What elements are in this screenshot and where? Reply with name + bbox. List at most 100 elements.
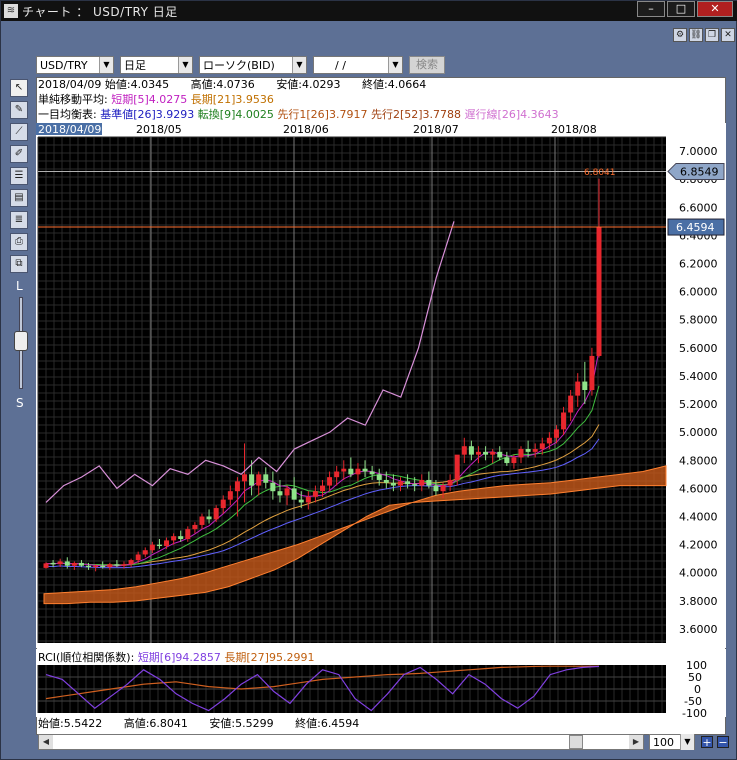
rci-long: 長期[27]95.2991 xyxy=(224,651,315,664)
scroll-right-icon[interactable]: ▶ xyxy=(629,735,643,749)
print-icon[interactable]: ⎙ xyxy=(10,233,28,251)
candle-body xyxy=(497,451,503,458)
candle-body xyxy=(192,524,198,530)
price-chart[interactable]: 2018/04/09 2018/05 2018/06 2018/07 2018/08 7.… xyxy=(36,123,726,648)
scroll-thumb[interactable] xyxy=(569,735,583,749)
candle-body xyxy=(227,491,233,500)
candle-body xyxy=(291,488,297,500)
ichimoku-lag: 遅行線[26]4.3643 xyxy=(464,108,559,121)
scroll-left-icon[interactable]: ◀ xyxy=(39,735,53,749)
horizontal-scrollbar[interactable]: ◀ ▶ xyxy=(38,734,644,750)
maximize-button[interactable]: □ xyxy=(667,1,695,17)
zoom-in-button[interactable]: + xyxy=(701,736,713,748)
zoom-out-button[interactable]: − xyxy=(717,736,729,748)
zoom-slider-handle[interactable] xyxy=(14,331,28,351)
candle-body xyxy=(93,565,99,568)
zoom-large-label: L xyxy=(16,279,23,293)
candle-body xyxy=(156,544,162,547)
candle-body xyxy=(341,468,347,472)
candle-body xyxy=(412,484,418,486)
link-icon[interactable]: ⛓ xyxy=(689,28,703,42)
candle-body xyxy=(164,540,170,547)
candle-body xyxy=(511,457,517,464)
y-tick-label: 4.8000 xyxy=(679,454,718,467)
candle-body xyxy=(277,491,283,496)
rci-short: 短期[6]94.2857 xyxy=(137,651,221,664)
x-tick-label: 2018/05 xyxy=(136,123,182,136)
candle-body xyxy=(553,429,559,438)
zoom-value: 100 xyxy=(653,735,674,749)
close-button[interactable]: ✕ xyxy=(697,1,733,17)
restore-icon[interactable]: ❐ xyxy=(705,28,719,42)
timeframe-value: 日足 xyxy=(124,59,146,72)
fibonacci-tool-icon[interactable]: ☰ xyxy=(10,167,28,185)
search-button[interactable]: 検索 xyxy=(409,56,445,74)
minimize-button[interactable]: – xyxy=(637,1,665,17)
candle-body xyxy=(596,227,602,356)
price-tag-last-text: 6.4594 xyxy=(676,221,715,234)
chevron-down-icon: ▼ xyxy=(388,57,402,73)
pencil-tool-icon[interactable]: ✎ xyxy=(10,101,28,119)
candle-body xyxy=(142,550,148,555)
rci-label: RCI(順位相関係数): xyxy=(38,651,135,664)
list-tool-icon[interactable]: ≣ xyxy=(10,211,28,229)
candle-body xyxy=(320,485,325,492)
title-bar[interactable]: ≋ チャート ： USD/TRY 日足 xyxy=(1,1,737,21)
x-tick-label: 2018/07 xyxy=(413,123,459,136)
sma-long: 長期[21]3.9536 xyxy=(190,93,274,106)
app-icon: ≋ xyxy=(4,4,18,18)
candle-body xyxy=(249,474,255,486)
symbol-select[interactable]: USD/TRY ▼ xyxy=(36,56,114,74)
candle-body xyxy=(334,471,340,478)
date-select[interactable]: / / ▼ xyxy=(313,56,403,74)
footer-high: 高値:6.8041 xyxy=(123,717,188,730)
draw-tool-icon[interactable]: ✐ xyxy=(10,145,28,163)
y-tick-label: 3.6000 xyxy=(679,623,718,636)
chart-window: ≋ チャート ： USD/TRY 日足 – □ ✕ ⚙ ⛓ ❐ ✕ USD/TR… xyxy=(0,0,737,760)
candle-body xyxy=(305,496,311,503)
candle-body xyxy=(546,437,552,444)
timeframe-select[interactable]: 日足 ▼ xyxy=(120,56,193,74)
window-title: チャート ： USD/TRY 日足 xyxy=(22,4,178,19)
candle-body xyxy=(532,449,538,452)
cursor-tool-icon[interactable]: ↖ xyxy=(10,79,28,97)
window-tool-icon[interactable]: ▤ xyxy=(10,189,28,207)
close-small-icon[interactable]: ✕ xyxy=(721,28,735,42)
candle-body xyxy=(390,482,396,486)
candle-body xyxy=(433,485,439,492)
candle-body xyxy=(213,508,219,520)
candle-body xyxy=(383,479,389,483)
candle-body xyxy=(589,355,595,390)
y-tick-label: 6.2000 xyxy=(679,258,718,271)
ichimoku-base: 基準値[26]3.9293 xyxy=(100,108,195,121)
candle-body xyxy=(284,488,290,496)
candle-body xyxy=(256,474,262,486)
candle-body xyxy=(490,451,496,455)
candle-body xyxy=(397,481,403,486)
y-tick-label: 5.2000 xyxy=(679,398,718,411)
settings-gear-icon[interactable]: ⚙ xyxy=(673,28,687,42)
y-tick-label: 4.4000 xyxy=(679,511,718,524)
candle-body xyxy=(57,561,63,565)
ichimoku-span2: 先行2[52]3.7788 xyxy=(370,108,462,121)
copy-icon[interactable]: ⧉ xyxy=(10,255,28,273)
candle-body xyxy=(64,561,70,566)
candle-body xyxy=(270,482,276,492)
candle-body xyxy=(50,562,56,565)
zoom-select[interactable]: 100 ▼ xyxy=(649,734,695,750)
chart-type-select[interactable]: ローソク(BID) ▼ xyxy=(199,56,307,74)
sma-label: 単純移動平均: xyxy=(38,93,108,106)
x-tick-label: 2018/06 xyxy=(283,123,329,136)
candle-body xyxy=(440,485,446,492)
candle-body xyxy=(121,564,127,566)
candle-body xyxy=(220,499,226,509)
candle-body xyxy=(199,516,205,525)
chart-type-value: ローソク(BID) xyxy=(203,59,275,72)
candle-body xyxy=(355,468,361,475)
candle-body xyxy=(369,471,375,475)
candle-body xyxy=(327,477,333,486)
candle-body xyxy=(582,381,588,390)
rci-info-line: RCI(順位相関係数): 短期[6]94.2857 長期[27]95.2991 xyxy=(38,651,315,664)
ichimoku-span1: 先行1[26]3.7917 xyxy=(277,108,368,121)
trendline-tool-icon[interactable]: ⟋ xyxy=(10,123,28,141)
